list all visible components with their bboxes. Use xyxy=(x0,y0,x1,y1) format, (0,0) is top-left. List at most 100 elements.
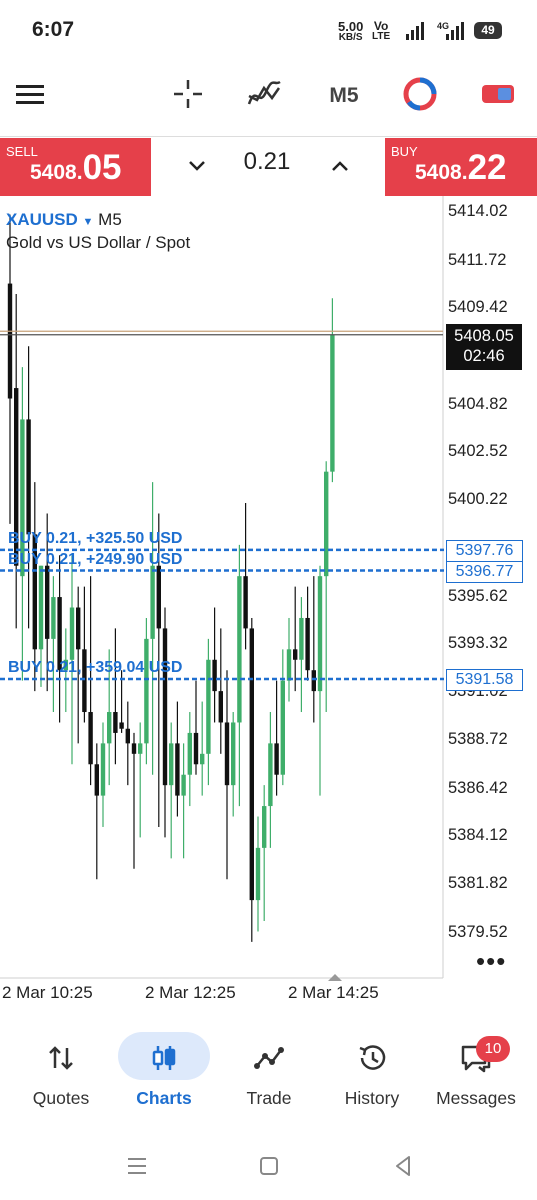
timeframe-button[interactable]: M5 xyxy=(324,84,364,108)
candle-body xyxy=(107,712,112,744)
crosshair-icon[interactable] xyxy=(168,74,208,114)
candle-body xyxy=(237,576,242,723)
signal-icon: 4G xyxy=(406,21,464,40)
order-label[interactable]: BUY 0.21, +359.04 USD xyxy=(8,659,182,677)
price-axis-label: 5379.52 xyxy=(448,923,508,941)
volume-increase-icon[interactable] xyxy=(327,156,353,176)
price-axis-label: 5388.72 xyxy=(448,730,508,748)
order-price-tag: 5396.77 xyxy=(446,561,523,583)
symbol-dropdown-icon[interactable]: ▼ xyxy=(83,216,94,228)
candle-body xyxy=(212,659,217,692)
trade-bar-divider xyxy=(0,136,537,137)
nav-label: History xyxy=(344,1088,400,1108)
candle-body xyxy=(38,565,44,650)
bar-countdown: 02:46 xyxy=(463,347,505,365)
candle-body xyxy=(268,743,273,807)
candle-body xyxy=(293,649,298,660)
order-label[interactable]: BUY 0.21, +325.50 USD xyxy=(8,530,182,548)
candle-body xyxy=(175,743,180,796)
candle-body xyxy=(311,670,316,692)
candle-body xyxy=(150,565,155,639)
nav-charts[interactable]: Charts xyxy=(114,1030,214,1114)
nav-messages[interactable]: Messages xyxy=(426,1030,526,1114)
buy-button[interactable]: BUY 5408.22 xyxy=(385,138,537,196)
price-axis-label: 5393.32 xyxy=(448,634,508,652)
buy-price-big: 22 xyxy=(467,148,507,187)
nav-history[interactable]: History xyxy=(322,1030,422,1114)
symbol-description: Gold vs US Dollar / Spot xyxy=(6,233,191,252)
buy-price-main: 5408. xyxy=(415,161,468,184)
messages-badge: 10 xyxy=(476,1036,510,1062)
candle-body xyxy=(280,680,285,775)
sell-price-big: 05 xyxy=(82,148,122,187)
candle-body xyxy=(330,334,335,472)
candle-body xyxy=(7,283,13,399)
candle-body xyxy=(181,774,186,796)
candle-body xyxy=(76,607,81,650)
nav-label: Charts xyxy=(136,1088,192,1108)
price-axis-label: 5395.62 xyxy=(448,587,508,605)
chart-timeframe: M5 xyxy=(98,210,122,229)
sell-button[interactable]: SELL 5408.05 xyxy=(0,138,151,196)
buy-price: 5408.22 xyxy=(415,148,507,188)
buy-label: BUY xyxy=(391,144,418,159)
menu-icon[interactable] xyxy=(14,82,46,108)
current-price: 5408.05 xyxy=(454,327,514,345)
price-axis-label: 5402.52 xyxy=(448,442,508,460)
svg-text:4G: 4G xyxy=(437,21,449,31)
price-axis-label: 5400.22 xyxy=(448,490,508,508)
candle-body xyxy=(255,847,261,901)
candle-body xyxy=(224,722,230,786)
candle-body xyxy=(305,617,310,671)
net-speed: 5.00 KB/S xyxy=(338,20,363,43)
symbol-name[interactable]: XAUUSD xyxy=(6,210,78,229)
order-label[interactable]: BUY 0.21, +249.90 USD xyxy=(8,551,182,569)
candle-body xyxy=(125,728,130,744)
candle-body xyxy=(249,628,254,901)
candle-body xyxy=(200,753,205,765)
candle-body xyxy=(262,806,267,848)
nav-label: Messages xyxy=(436,1088,516,1108)
nav-trade[interactable]: Trade xyxy=(219,1030,319,1114)
price-axis-label: 5409.42 xyxy=(448,298,508,316)
carrier-bottom: LTE xyxy=(372,31,391,42)
candle-body xyxy=(243,576,248,629)
candle-body xyxy=(206,659,211,754)
more-options-icon[interactable]: ••• xyxy=(476,946,506,977)
indicators-icon[interactable] xyxy=(244,74,284,114)
sell-price: 5408.05 xyxy=(30,148,122,188)
candle-body xyxy=(113,712,118,733)
candle-body xyxy=(100,743,106,796)
system-recents-icon[interactable] xyxy=(126,1153,148,1179)
volte-indicator: Vo LTE xyxy=(372,20,390,42)
order-price-tag: 5397.76 xyxy=(446,540,523,562)
candle-body xyxy=(51,597,56,639)
candle-body xyxy=(88,712,93,765)
candle-body xyxy=(169,743,174,786)
candle-body xyxy=(162,628,168,786)
nav-quotes[interactable]: Quotes xyxy=(11,1030,111,1114)
candle-body xyxy=(324,471,329,577)
price-axis-label: 5411.72 xyxy=(448,251,507,269)
candle-body xyxy=(144,638,149,744)
quotes-icon xyxy=(49,1046,73,1070)
candle-body xyxy=(187,732,192,775)
price-axis-label: 5414.02 xyxy=(448,202,508,220)
system-back-icon[interactable] xyxy=(392,1153,414,1179)
net-speed-unit: KB/S xyxy=(338,32,363,43)
candle-body xyxy=(69,607,75,660)
time-axis-label: 2 Mar 10:25 xyxy=(2,983,93,1002)
nav-label: Trade xyxy=(246,1088,292,1108)
candle-body xyxy=(26,419,31,535)
candle-body xyxy=(193,732,199,765)
time-axis-label: 2 Mar 12:25 xyxy=(145,983,236,1002)
time-axis-label: 2 Mar 14:25 xyxy=(288,983,379,1002)
symbol-header[interactable]: XAUUSD ▼ M5 xyxy=(6,210,122,230)
trade-signal-icon[interactable] xyxy=(400,74,440,114)
order-price-tag: 5391.58 xyxy=(446,669,523,691)
candle-body xyxy=(299,617,304,660)
volume-field[interactable]: 0.21 xyxy=(196,148,338,176)
scroll-marker-icon[interactable] xyxy=(327,972,343,982)
system-home-icon[interactable] xyxy=(258,1153,280,1179)
one-click-trading-icon[interactable] xyxy=(478,74,518,114)
